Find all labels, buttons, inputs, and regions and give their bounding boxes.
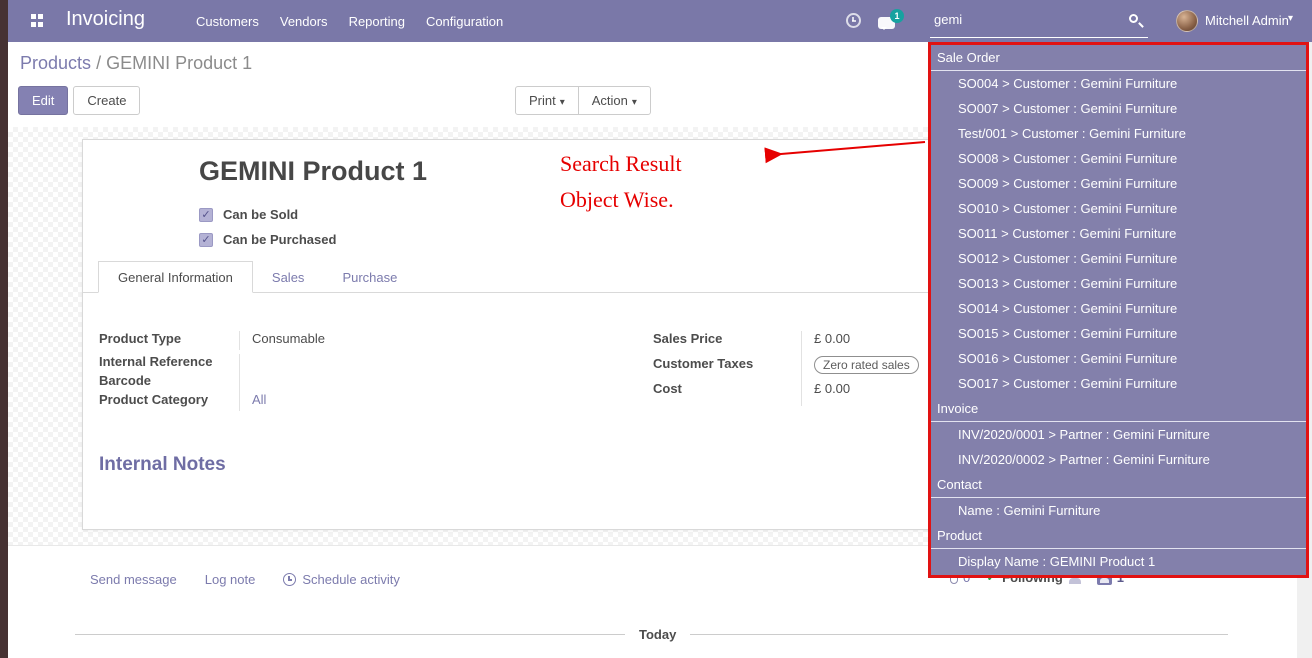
activities-icon[interactable]: [846, 13, 861, 28]
product-checkboxes: Can be Sold Can be Purchased: [199, 202, 336, 252]
field-value-product-category[interactable]: All: [239, 392, 559, 411]
field-row-product-type: Product TypeConsumable: [99, 331, 559, 350]
chatter-buttons: Send message Log note Schedule activity: [90, 572, 400, 587]
field-label-product-category: Product Category: [99, 392, 239, 411]
internal-notes-heading: Internal Notes: [99, 454, 226, 476]
search-result-item[interactable]: SO015 > Customer : Gemini Furniture: [931, 321, 1306, 346]
search-input[interactable]: [930, 4, 1115, 27]
action-dropdown-button[interactable]: Action: [579, 87, 650, 114]
window-edge-strip: [0, 0, 8, 658]
annotation-line1: Search Result: [560, 146, 682, 182]
search-result-item[interactable]: Test/001 > Customer : Gemini Furniture: [931, 121, 1306, 146]
field-row-internal-reference: Internal Reference: [99, 354, 559, 373]
print-dropdown-button[interactable]: Print: [516, 87, 579, 114]
search-result-item[interactable]: SO010 > Customer : Gemini Furniture: [931, 196, 1306, 221]
product-title: GEMINI Product 1: [199, 156, 427, 187]
user-avatar[interactable]: [1176, 10, 1198, 32]
field-row-barcode: Barcode: [99, 373, 559, 392]
checkbox-row-can-be-purchased: Can be Purchased: [199, 227, 336, 252]
send-message-button[interactable]: Send message: [90, 572, 177, 587]
form-buttons: Edit Create: [18, 86, 140, 115]
breadcrumb-current: GEMINI Product 1: [106, 53, 252, 73]
nav-item-vendors[interactable]: Vendors: [280, 14, 328, 29]
top-navbar: Invoicing Customers Vendors Reporting Confi…: [0, 0, 1312, 42]
search-group-header-invoice: Invoice: [931, 396, 1306, 422]
schedule-activity-button[interactable]: Schedule activity: [283, 572, 400, 587]
field-value-product-type: Consumable: [239, 331, 559, 350]
fields-left-column: Product TypeConsumableInternal Reference…: [99, 331, 559, 411]
edit-button[interactable]: Edit: [18, 86, 68, 115]
breadcrumb-separator: /: [96, 53, 101, 73]
messages-badge: 1: [890, 9, 904, 23]
checkbox-label-can-be-purchased: Can be Purchased: [223, 232, 336, 247]
search-result-item[interactable]: SO014 > Customer : Gemini Furniture: [931, 296, 1306, 321]
nav-menu: Customers Vendors Reporting Configuration: [196, 0, 503, 42]
log-note-button[interactable]: Log note: [205, 572, 256, 587]
annotation-note: Search Result Object Wise.: [560, 146, 682, 218]
field-label-customer-taxes: Customer Taxes: [653, 356, 801, 381]
schedule-clock-icon: [283, 573, 296, 586]
field-value-barcode: [239, 373, 559, 392]
field-label-internal-reference: Internal Reference: [99, 354, 239, 373]
apps-menu-icon[interactable]: [31, 14, 45, 28]
create-button[interactable]: Create: [73, 86, 140, 115]
nav-item-reporting[interactable]: Reporting: [349, 14, 405, 29]
field-label-cost: Cost: [653, 381, 801, 406]
search-result-item[interactable]: SO009 > Customer : Gemini Furniture: [931, 171, 1306, 196]
breadcrumb: Products / GEMINI Product 1: [20, 53, 252, 74]
search-result-item[interactable]: SO011 > Customer : Gemini Furniture: [931, 221, 1306, 246]
search-result-item[interactable]: Display Name : GEMINI Product 1: [931, 549, 1306, 574]
checkbox-row-can-be-sold: Can be Sold: [199, 202, 336, 227]
search-result-item[interactable]: SO013 > Customer : Gemini Furniture: [931, 271, 1306, 296]
tax-pill[interactable]: Zero rated sales: [814, 356, 919, 374]
search-result-item[interactable]: SO007 > Customer : Gemini Furniture: [931, 96, 1306, 121]
tab-general-information[interactable]: General Information: [98, 261, 253, 293]
search-result-item[interactable]: SO016 > Customer : Gemini Furniture: [931, 346, 1306, 371]
breadcrumb-products-link[interactable]: Products: [20, 53, 91, 73]
print-action-group: Print Action: [515, 86, 651, 115]
checkbox-can-be-purchased[interactable]: [199, 233, 213, 247]
checkbox-label-can-be-sold: Can be Sold: [223, 207, 298, 222]
global-search: [930, 4, 1148, 38]
annotation-arrow: [757, 136, 929, 164]
search-icon[interactable]: [1129, 14, 1138, 23]
search-result-item[interactable]: SO004 > Customer : Gemini Furniture: [931, 71, 1306, 96]
search-group-header-product: Product: [931, 523, 1306, 549]
nav-item-configuration[interactable]: Configuration: [426, 14, 503, 29]
schedule-activity-label: Schedule activity: [302, 572, 400, 587]
user-menu[interactable]: Mitchell Admin: [1205, 13, 1289, 28]
messages-icon[interactable]: 1: [878, 13, 904, 31]
search-result-item[interactable]: INV/2020/0002 > Partner : Gemini Furnitu…: [931, 447, 1306, 472]
search-result-item[interactable]: SO012 > Customer : Gemini Furniture: [931, 246, 1306, 271]
field-label-barcode: Barcode: [99, 373, 239, 392]
field-value-internal-reference: [239, 354, 559, 373]
search-result-item[interactable]: SO017 > Customer : Gemini Furniture: [931, 371, 1306, 396]
search-dropdown: Sale OrderSO004 > Customer : Gemini Furn…: [928, 42, 1309, 578]
search-result-item[interactable]: Name : Gemini Furniture: [931, 498, 1306, 523]
user-menu-caret-icon[interactable]: ▾: [1288, 13, 1293, 24]
field-label-product-type: Product Type: [99, 331, 239, 350]
search-group-header-contact: Contact: [931, 472, 1306, 498]
tab-sales[interactable]: Sales: [253, 262, 324, 292]
field-row-product-category: Product CategoryAll: [99, 392, 559, 411]
tab-purchase[interactable]: Purchase: [323, 262, 416, 292]
app-brand[interactable]: Invoicing: [66, 8, 145, 31]
search-result-item[interactable]: INV/2020/0001 > Partner : Gemini Furnitu…: [931, 422, 1306, 447]
today-divider-label: Today: [625, 627, 690, 642]
checkbox-can-be-sold[interactable]: [199, 208, 213, 222]
annotation-line2: Object Wise.: [560, 182, 682, 218]
nav-item-customers[interactable]: Customers: [196, 14, 259, 29]
field-label-sales-price: Sales Price: [653, 331, 801, 356]
search-group-header-sale-order: Sale Order: [931, 45, 1306, 71]
search-result-item[interactable]: SO008 > Customer : Gemini Furniture: [931, 146, 1306, 171]
